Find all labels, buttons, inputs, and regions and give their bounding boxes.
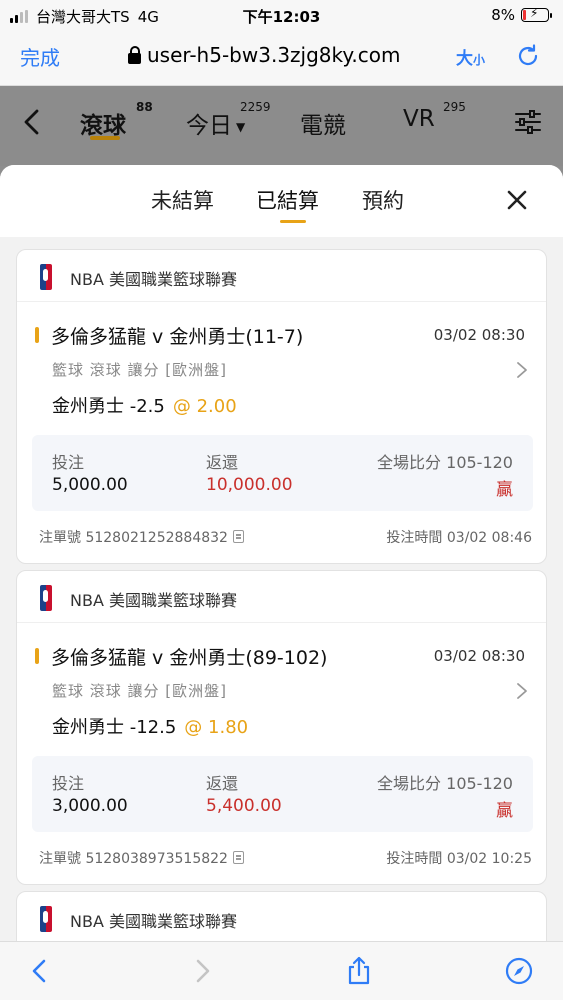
bet-history-sheet: 未結算 已結算 預約 NBA 美國職業籃球聯賽 多倫多猛龍 v 金州勇士(11-… [0, 165, 563, 941]
nav-tab-vr[interactable]: VR 295 [403, 100, 466, 132]
nav-tab-badge: 88 [136, 100, 153, 114]
tab-settled[interactable]: 已結算 [256, 185, 319, 215]
nav-tab-live[interactable]: 滾球 88 [80, 100, 153, 140]
league-name: NBA 美國職業籃球聯賽 [70, 270, 237, 289]
nav-tab-today[interactable]: 今日 ▼ 2259 [186, 100, 271, 140]
ticket-text: 注單號 5128038973515822 [39, 851, 228, 867]
status-time: 下午12:03 [242, 8, 321, 26]
bet-time: 投注時間 03/02 08:46 [386, 530, 532, 546]
card-header: NBA 美國職業籃球聯賽 [17, 892, 546, 941]
match-indicator [35, 327, 39, 343]
bet-card: NBA 美國職業籃球聯賽 多倫多猛龍 v 金州勇士(89-102) 03/02 … [16, 570, 547, 885]
ticket-number: 注單號 5128038973515822 [39, 848, 244, 868]
status-bar: 台灣大哥大TS 4G 下午12:03 8% ⚡ [0, 0, 563, 30]
address-field[interactable]: user-h5-bw3.3zjg8ky.com [128, 43, 400, 67]
result-badge: 贏 [496, 480, 513, 500]
match-title: 多倫多猛龍 v 金州勇士(11-7) [51, 326, 304, 348]
copy-icon[interactable] [232, 851, 244, 864]
app-header: 滾球 88 今日 ▼ 2259 電競 VR 295 [0, 86, 563, 166]
close-icon[interactable] [506, 189, 528, 211]
battery-icon: ⚡ [521, 6, 552, 22]
league-name: NBA 美國職業籃球聯賽 [70, 591, 237, 610]
bet-card: NBA 美國職業籃球聯賽 多倫多猛龍 v 金州勇士(11-7) 03/02 08… [16, 249, 547, 564]
back-chevron-icon[interactable] [20, 108, 44, 136]
copy-icon[interactable] [232, 530, 244, 543]
nav-tab-label: 今日 [186, 113, 232, 139]
return-label: 返還 [206, 453, 239, 472]
card-header: NBA 美國職業籃球聯賽 [17, 571, 546, 623]
bet-stats: 投注 5,000.00 返還 10,000.00 全場比分 105-120 贏 [32, 435, 533, 511]
browser-forward-icon[interactable] [187, 956, 217, 986]
nav-tab-esports[interactable]: 電競 [300, 106, 346, 140]
pick-odds: @ 2.00 [172, 396, 237, 417]
browser-toolbar [0, 941, 563, 1000]
full-score: 全場比分 105-120 [377, 453, 513, 472]
nav-tab-badge: 2259 [240, 100, 271, 114]
result-badge: 贏 [496, 801, 513, 821]
stake-value: 5,000.00 [52, 475, 128, 495]
chevron-right-icon[interactable] [516, 361, 528, 379]
bet-time: 投注時間 03/02 10:25 [386, 851, 532, 867]
url-text: user-h5-bw3.3zjg8ky.com [147, 43, 401, 67]
match-time: 03/02 08:30 [433, 647, 525, 665]
filter-settings-icon[interactable] [514, 108, 542, 136]
card-header: NBA 美國職業籃球聯賽 [17, 250, 546, 302]
nav-tab-badge: 295 [443, 100, 466, 114]
return-label: 返還 [206, 774, 239, 793]
tab-unsettled[interactable]: 未結算 [151, 185, 214, 215]
stake-label: 投注 [52, 453, 85, 472]
match-indicator [35, 648, 39, 664]
sheet-tab-bar: 未結算 已結算 預約 [0, 165, 563, 237]
nav-active-indicator [90, 136, 120, 140]
bet-meta: 籃球 滾球 讓分 [歐洲盤] [52, 682, 228, 700]
nav-tab-label: VR [403, 106, 435, 132]
text-size-large: 大 [456, 49, 473, 69]
share-icon[interactable] [344, 956, 374, 986]
nba-logo-icon [40, 906, 52, 932]
browser-url-bar: 完成 user-h5-bw3.3zjg8ky.com 大小 [0, 30, 563, 86]
tab-reserved[interactable]: 預約 [362, 185, 404, 215]
bet-pick: 金州勇士 -12.5 @ 1.80 [52, 713, 248, 739]
tab-active-indicator [280, 220, 306, 223]
bet-card: NBA 美國職業籃球聯賽 [16, 891, 547, 941]
stake-label: 投注 [52, 774, 85, 793]
reload-icon[interactable] [515, 43, 541, 69]
nba-logo-icon [40, 264, 52, 290]
full-score: 全場比分 105-120 [377, 774, 513, 793]
league-name: NBA 美國職業籃球聯賽 [70, 912, 237, 931]
bet-pick: 金州勇士 -2.5 @ 2.00 [52, 392, 237, 418]
lock-icon [128, 45, 141, 64]
bet-stats: 投注 3,000.00 返還 5,400.00 全場比分 105-120 贏 [32, 756, 533, 832]
ticket-text: 注單號 5128021252884832 [39, 530, 228, 546]
match-time: 03/02 08:30 [433, 326, 525, 344]
pick-label: 金州勇士 -2.5 [52, 396, 165, 417]
return-value: 10,000.00 [206, 475, 293, 495]
compass-icon[interactable] [504, 956, 534, 986]
ticket-number: 注單號 5128021252884832 [39, 527, 244, 547]
chevron-right-icon[interactable] [516, 682, 528, 700]
match-title: 多倫多猛龍 v 金州勇士(89-102) [51, 647, 328, 669]
battery-percent: 8% [491, 6, 515, 24]
bet-meta: 籃球 滾球 讓分 [歐洲盤] [52, 361, 228, 379]
dropdown-caret-icon: ▼ [236, 119, 246, 134]
pick-label: 金州勇士 -12.5 [52, 717, 177, 738]
nav-tab-label: 電競 [300, 113, 346, 139]
stake-value: 3,000.00 [52, 796, 128, 816]
browser-back-icon[interactable] [25, 956, 55, 986]
nba-logo-icon [40, 585, 52, 611]
pick-odds: @ 1.80 [184, 717, 249, 738]
done-button[interactable]: 完成 [20, 42, 60, 71]
return-value: 5,400.00 [206, 796, 282, 816]
text-size-small: 小 [473, 53, 486, 67]
text-size-button[interactable]: 大小 [456, 44, 485, 69]
